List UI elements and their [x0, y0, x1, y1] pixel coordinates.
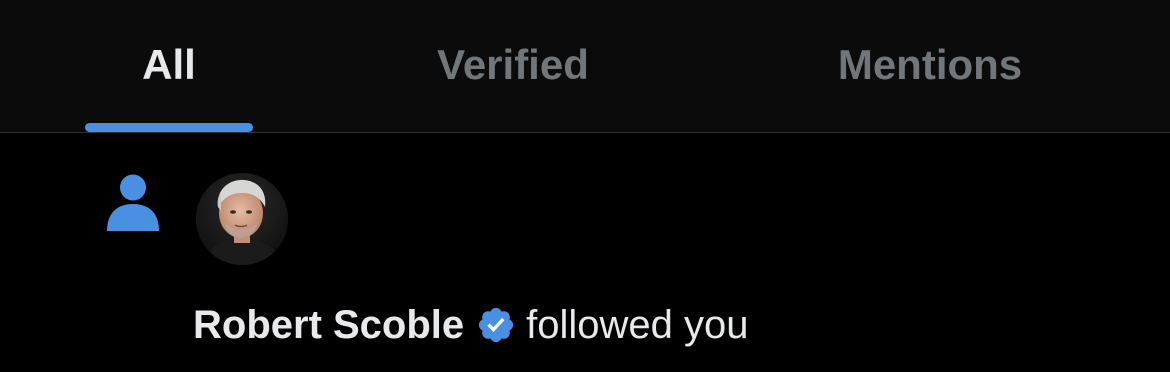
notifications-tab-bar: All Verified Mentions — [0, 0, 1170, 133]
notification-action-text: followed you — [526, 302, 749, 347]
tab-verified-label: Verified — [437, 41, 589, 88]
avatar-photo — [196, 173, 288, 265]
active-tab-indicator — [85, 123, 253, 132]
notifications-screen: All Verified Mentions Robert Scoble foll… — [0, 0, 1170, 372]
tab-verified[interactable]: Verified — [380, 0, 646, 132]
tab-mentions[interactable]: Mentions — [790, 0, 1070, 132]
tab-mentions-label: Mentions — [837, 41, 1023, 88]
notification-text: Robert Scoble followed you — [193, 297, 749, 353]
tab-all-label: All — [142, 41, 196, 88]
user-avatar[interactable] — [196, 173, 288, 265]
person-icon — [107, 174, 159, 231]
tab-all[interactable]: All — [85, 0, 253, 132]
verified-badge-icon — [479, 307, 514, 343]
follow-notification[interactable]: Robert Scoble followed you — [0, 133, 1170, 372]
user-name-link[interactable]: Robert Scoble — [193, 303, 464, 348]
